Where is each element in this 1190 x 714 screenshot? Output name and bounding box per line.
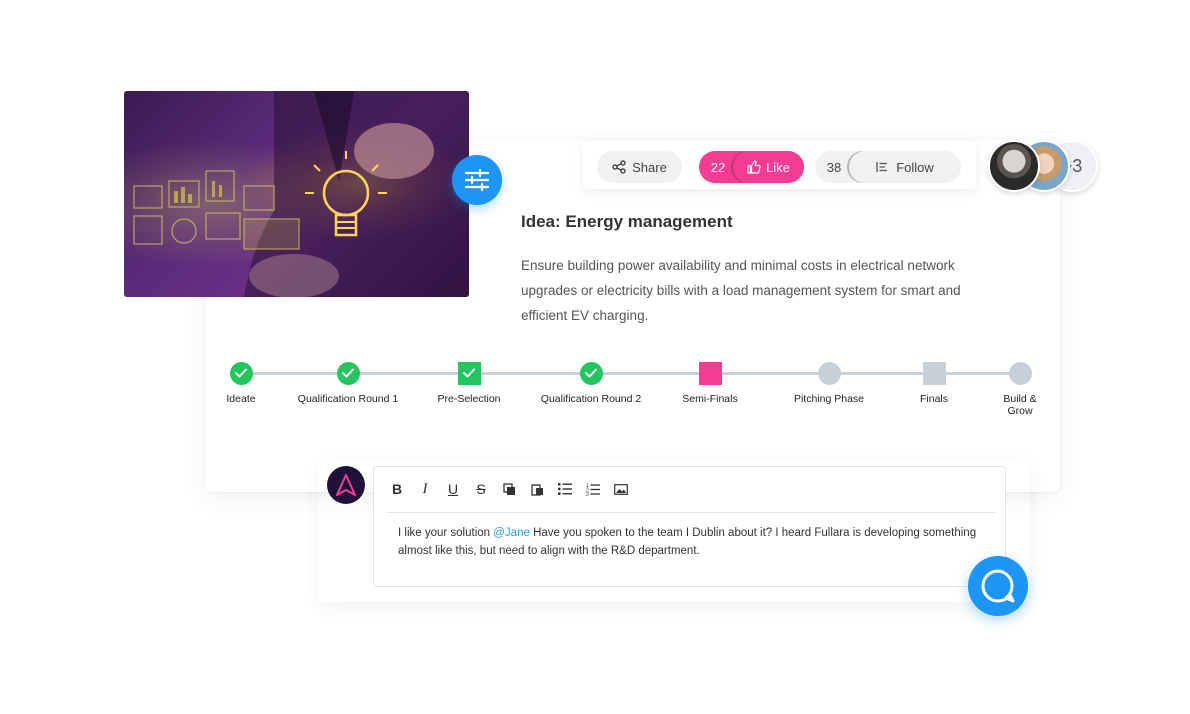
bullet-list-button[interactable] bbox=[554, 479, 576, 499]
strikethrough-icon: S bbox=[476, 481, 486, 497]
comment-editor[interactable]: B I U S 123 I like your solution @Jane H… bbox=[373, 466, 1006, 587]
stage-indicator bbox=[817, 361, 841, 385]
stage-marker[interactable] bbox=[1008, 361, 1032, 385]
italic-icon: I bbox=[422, 480, 428, 497]
check-icon bbox=[579, 361, 603, 385]
stage-label: Finals bbox=[919, 393, 948, 405]
share-icon bbox=[612, 160, 626, 174]
paste-icon bbox=[530, 483, 543, 496]
share-label: Share bbox=[632, 159, 667, 175]
share-button[interactable]: Share bbox=[597, 151, 682, 183]
underline-icon: U bbox=[447, 481, 459, 497]
insert-image-button[interactable] bbox=[610, 479, 632, 499]
copy-button[interactable] bbox=[498, 479, 520, 499]
stage-label: Qualification Round 2 bbox=[540, 393, 642, 405]
stage-label: Build & Grow bbox=[1003, 393, 1037, 417]
check-icon bbox=[336, 361, 360, 385]
stage-indicator bbox=[922, 361, 946, 385]
stage-marker[interactable] bbox=[579, 361, 603, 385]
filter-settings-button[interactable] bbox=[452, 155, 502, 205]
editor-toolbar: B I U S 123 bbox=[386, 479, 632, 499]
stage-marker[interactable] bbox=[457, 361, 481, 385]
check-icon bbox=[457, 361, 481, 385]
like-label: Like bbox=[766, 159, 790, 175]
like-button[interactable]: 22 Like bbox=[699, 151, 804, 183]
numbered-list-button[interactable]: 123 bbox=[582, 479, 604, 499]
follower-avatar[interactable] bbox=[988, 140, 1040, 192]
idea-description: Ensure building power availability and m… bbox=[521, 258, 961, 323]
stage-marker[interactable] bbox=[817, 361, 841, 385]
user-logo-icon bbox=[336, 474, 356, 496]
stage-label: Pre-Selection bbox=[437, 393, 501, 405]
toolbar-divider bbox=[386, 512, 997, 513]
stage-label: Pitching Phase bbox=[793, 393, 865, 405]
thumbs-up-icon bbox=[747, 160, 761, 174]
idea-hero-image bbox=[124, 91, 469, 297]
svg-text:3: 3 bbox=[586, 492, 589, 496]
chat-button[interactable] bbox=[968, 556, 1028, 616]
paste-button[interactable] bbox=[526, 479, 548, 499]
follow-list-icon bbox=[876, 162, 888, 172]
follow-label: Follow bbox=[896, 159, 934, 175]
underline-button[interactable]: U bbox=[442, 479, 464, 499]
stage-label: Semi-Finals bbox=[682, 393, 738, 405]
image-icon bbox=[614, 483, 628, 495]
follow-count: 38 bbox=[826, 159, 842, 175]
sliders-icon bbox=[464, 169, 490, 191]
bullet-list-icon bbox=[558, 483, 572, 495]
copy-icon bbox=[502, 482, 515, 495]
idea-title: Idea: Energy management bbox=[521, 212, 733, 231]
user-mention[interactable]: @Jane bbox=[493, 527, 530, 539]
stage-label: Qualification Round 1 bbox=[297, 393, 399, 405]
strikethrough-button[interactable]: S bbox=[470, 479, 492, 499]
follow-button[interactable]: 38 Follow bbox=[815, 151, 961, 183]
idea-action-bar: Share 22 Like 38 Follow bbox=[583, 141, 976, 189]
bold-icon: B bbox=[391, 481, 403, 497]
stage-label: Ideate bbox=[226, 393, 256, 405]
stage-marker[interactable] bbox=[229, 361, 253, 385]
stage-marker[interactable] bbox=[698, 361, 722, 385]
italic-button[interactable]: I bbox=[414, 479, 436, 499]
chat-bubble-icon bbox=[981, 569, 1015, 603]
stage-marker[interactable] bbox=[922, 361, 946, 385]
like-count: 22 bbox=[710, 159, 726, 175]
bold-button[interactable]: B bbox=[386, 479, 408, 499]
check-icon bbox=[229, 361, 253, 385]
comment-text-start: I like your solution bbox=[398, 527, 494, 539]
comment-text[interactable]: I like your solution @Jane Have you spok… bbox=[398, 524, 988, 560]
user-avatar bbox=[327, 466, 365, 504]
stage-marker[interactable] bbox=[336, 361, 360, 385]
stage-indicator bbox=[1008, 361, 1032, 385]
numbered-list-icon: 123 bbox=[586, 483, 600, 496]
stage-indicator bbox=[698, 361, 722, 385]
